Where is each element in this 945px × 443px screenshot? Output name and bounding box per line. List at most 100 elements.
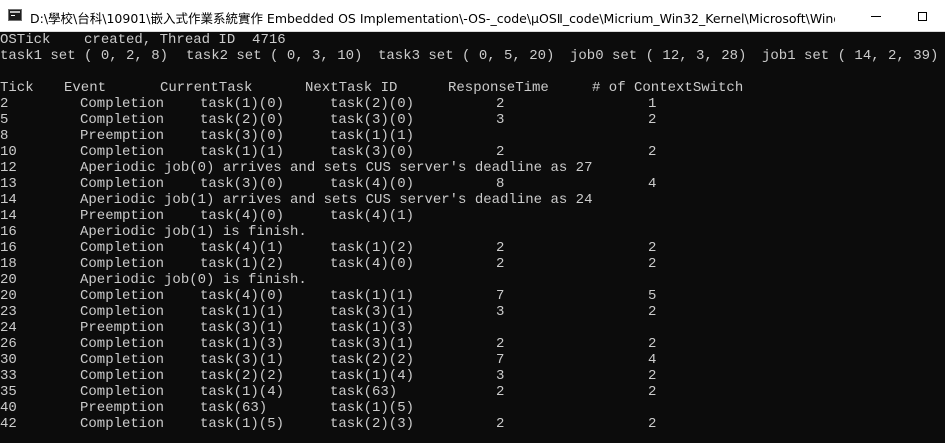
- cell-next-task: task(4)(0): [330, 256, 415, 272]
- job0-setting: job0 set ( 12, 3, 28): [570, 48, 747, 64]
- cell-tick: 8: [0, 128, 9, 144]
- task-settings-line: task1 set ( 0, 2, 8) task2 set ( 0, 3, 1…: [0, 48, 945, 64]
- cell-tick: 30: [0, 352, 17, 368]
- task1-setting: task1 set ( 0, 2, 8): [0, 48, 169, 64]
- cell-context-switch: 2: [648, 384, 657, 400]
- cell-current-task: task(3)(1): [200, 320, 285, 336]
- table-row: 42 Completion task(1)(5) task(2)(3) 2 2: [0, 416, 945, 432]
- cell-event: Preemption: [80, 400, 165, 416]
- cell-current-task: task(1)(3): [200, 336, 285, 352]
- cell-message: Aperiodic job(1) arrives and sets CUS se…: [80, 192, 593, 208]
- cell-tick: 2: [0, 96, 9, 112]
- cell-next-task: task(2)(3): [330, 416, 415, 432]
- cell-event: Completion: [80, 96, 165, 112]
- table-row: 26 Completion task(1)(3) task(3)(1) 2 2: [0, 336, 945, 352]
- cell-response-time: 7: [496, 288, 505, 304]
- console-window: D:\學校\台科\10901\嵌入式作業系統實作 Embedded OS Imp…: [0, 0, 945, 443]
- column-header-tick: Tick: [0, 80, 34, 96]
- cell-event: Completion: [80, 240, 165, 256]
- cell-response-time: 2: [496, 256, 505, 272]
- minimize-icon: [871, 15, 881, 17]
- cell-tick: 14: [0, 192, 17, 208]
- cell-next-task: task(4)(1): [330, 208, 415, 224]
- cell-context-switch: 2: [648, 112, 657, 128]
- cell-tick: 26: [0, 336, 17, 352]
- cell-tick: 40: [0, 400, 17, 416]
- task3-setting: task3 set ( 0, 5, 20): [378, 48, 555, 64]
- cell-tick: 42: [0, 416, 17, 432]
- console-output[interactable]: OSTick created, Thread ID 4716 task1 set…: [0, 32, 945, 443]
- log-message-row: 16 Aperiodic job(1) is finish.: [0, 224, 945, 240]
- cell-message: Aperiodic job(0) arrives and sets CUS se…: [80, 160, 593, 176]
- cell-event: Completion: [80, 304, 165, 320]
- table-row: 5 Completion task(2)(0) task(3)(0) 3 2: [0, 112, 945, 128]
- cell-current-task: task(1)(5): [200, 416, 285, 432]
- minimize-button[interactable]: [853, 0, 899, 32]
- cell-event: Completion: [80, 176, 165, 192]
- column-header-context-switch: # of ContextSwitch: [592, 80, 744, 96]
- task2-setting: task2 set ( 0, 3, 10): [186, 48, 363, 64]
- cell-tick: 33: [0, 368, 17, 384]
- cell-event: Preemption: [80, 320, 165, 336]
- cell-current-task: task(2)(2): [200, 368, 285, 384]
- cell-next-task: task(3)(1): [330, 336, 415, 352]
- table-row: 30 Completion task(3)(1) task(2)(2) 7 4: [0, 352, 945, 368]
- cell-response-time: 3: [496, 112, 505, 128]
- cell-current-task: task(3)(1): [200, 352, 285, 368]
- cell-response-time: 8: [496, 176, 505, 192]
- cell-current-task: task(2)(0): [200, 112, 285, 128]
- cell-event: Completion: [80, 144, 165, 160]
- column-header-event: Event: [64, 80, 107, 96]
- cell-current-task: task(4)(0): [200, 288, 285, 304]
- column-header-next-task: NextTask ID: [305, 80, 398, 96]
- cell-next-task: task(1)(5): [330, 400, 415, 416]
- table-row: 20 Completion task(4)(0) task(1)(1) 7 5: [0, 288, 945, 304]
- cell-current-task: task(1)(2): [200, 256, 285, 272]
- cell-tick: 12: [0, 160, 17, 176]
- cell-tick: 23: [0, 304, 17, 320]
- cell-event: Completion: [80, 352, 165, 368]
- cell-tick: 20: [0, 288, 17, 304]
- cell-tick: 13: [0, 176, 17, 192]
- table-row: 2 Completion task(1)(0) task(2)(0) 2 1: [0, 96, 945, 112]
- log-message-row: 14 Aperiodic job(1) arrives and sets CUS …: [0, 192, 945, 208]
- table-row: 16 Completion task(4)(1) task(1)(2) 2 2: [0, 240, 945, 256]
- cell-next-task: task(63): [330, 384, 398, 400]
- cell-context-switch: 4: [648, 176, 657, 192]
- table-row: 23 Completion task(1)(1) task(3)(1) 3 2: [0, 304, 945, 320]
- cell-context-switch: 2: [648, 416, 657, 432]
- cell-current-task: task(4)(0): [200, 208, 285, 224]
- cell-response-time: 7: [496, 352, 505, 368]
- cell-message: Aperiodic job(1) is finish.: [80, 224, 307, 240]
- cell-tick: 16: [0, 224, 17, 240]
- log-message-row: 20 Aperiodic job(0) is finish.: [0, 272, 945, 288]
- window-title: D:\學校\台科\10901\嵌入式作業系統實作 Embedded OS Imp…: [30, 11, 835, 26]
- cell-context-switch: 2: [648, 256, 657, 272]
- ostick-line: OSTick created, Thread ID 4716: [0, 32, 945, 48]
- cell-tick: 24: [0, 320, 17, 336]
- cell-tick: 10: [0, 144, 17, 160]
- job1-setting: job1 set ( 14, 2, 39): [762, 48, 939, 64]
- cell-response-time: 2: [496, 384, 505, 400]
- cell-current-task: task(3)(0): [200, 176, 285, 192]
- cell-current-task: task(4)(1): [200, 240, 285, 256]
- column-header-response-time: ResponseTime: [448, 80, 549, 96]
- table-row: 18 Completion task(1)(2) task(4)(0) 2 2: [0, 256, 945, 272]
- table-row: 13 Completion task(3)(0) task(4)(0) 8 4: [0, 176, 945, 192]
- cell-response-time: 3: [496, 368, 505, 384]
- title-bar[interactable]: D:\學校\台科\10901\嵌入式作業系統實作 Embedded OS Imp…: [0, 0, 945, 32]
- cell-event: Preemption: [80, 208, 165, 224]
- cell-response-time: 2: [496, 96, 505, 112]
- cell-next-task: task(3)(0): [330, 112, 415, 128]
- cell-current-task: task(3)(0): [200, 128, 285, 144]
- table-row: 14 Preemption task(4)(0) task(4)(1): [0, 208, 945, 224]
- cell-next-task: task(3)(1): [330, 304, 415, 320]
- event-log: 2 Completion task(1)(0) task(2)(0) 2 1 5 Comple…: [0, 96, 945, 432]
- cell-context-switch: 2: [648, 336, 657, 352]
- maximize-button[interactable]: [899, 0, 945, 32]
- cell-next-task: task(1)(1): [330, 128, 415, 144]
- cell-event: Completion: [80, 336, 165, 352]
- cell-context-switch: 2: [648, 240, 657, 256]
- cell-context-switch: 4: [648, 352, 657, 368]
- cell-tick: 18: [0, 256, 17, 272]
